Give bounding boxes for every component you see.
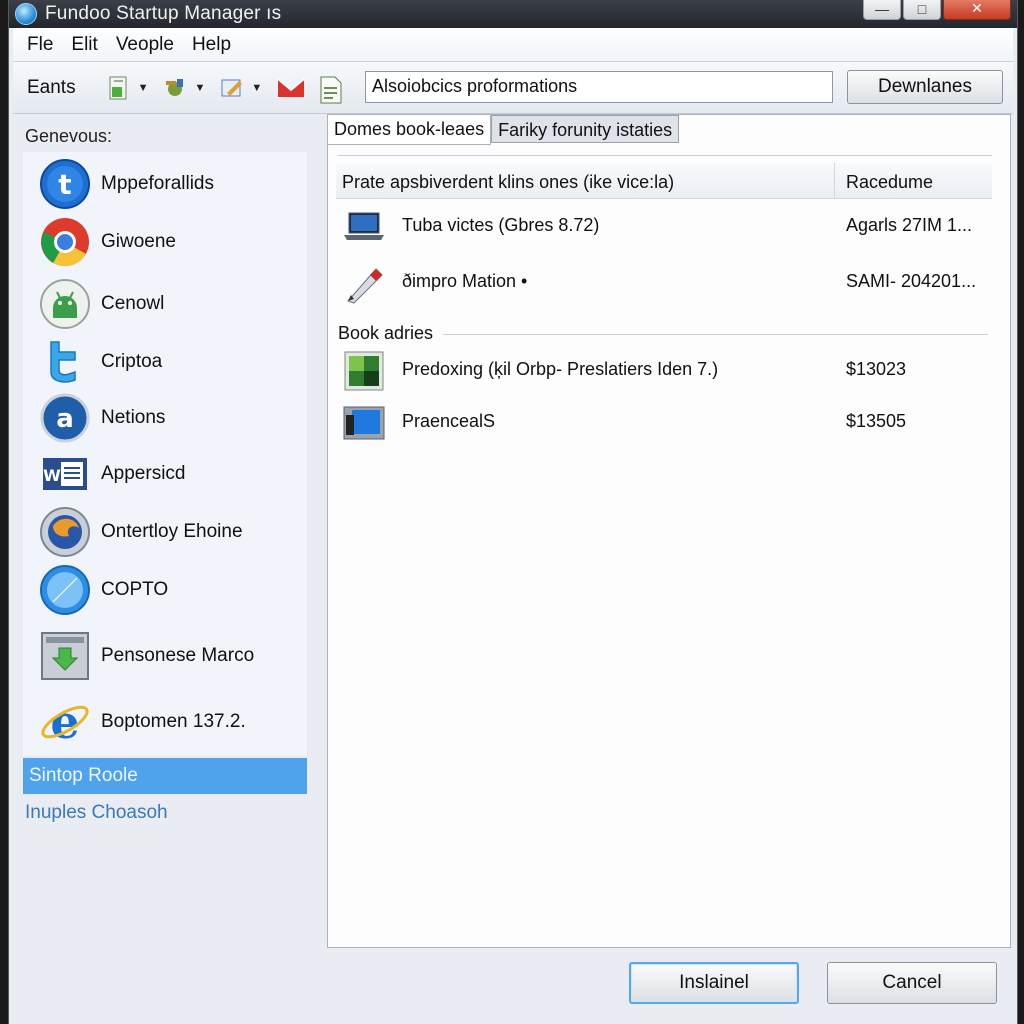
- monitor-icon: [342, 401, 386, 445]
- column-header-value[interactable]: Racedume: [846, 172, 933, 193]
- sidebar-item[interactable]: Ontertloy Ehoine: [23, 502, 307, 562]
- divider: [338, 155, 992, 156]
- search-input[interactable]: Alsoiobcics proformations: [365, 71, 833, 103]
- menu-edit[interactable]: Elit: [71, 32, 97, 58]
- word-icon: W: [39, 448, 91, 500]
- android-icon: [39, 278, 91, 330]
- sidebar-selected-item[interactable]: Sintop Roole: [23, 758, 307, 794]
- row-value: SAMI- 204201...: [846, 271, 977, 291]
- toolbar-label: Eants: [27, 76, 76, 98]
- sidebar-item-label: Mppeforallids: [101, 173, 214, 194]
- green-app-icon: [342, 349, 386, 393]
- row-value: $13023: [846, 359, 907, 379]
- group-title: Book adries: [338, 322, 434, 343]
- sidebar-list: t Mppeforallids Giwoene Cenowl Criptoa a…: [23, 152, 307, 756]
- chevron-down-icon[interactable]: ▼: [251, 82, 262, 94]
- row-name: PraencealS: [402, 411, 496, 431]
- svg-text:W: W: [43, 466, 61, 485]
- sidebar-item-label: Appersicd: [101, 463, 186, 484]
- sidebar-item[interactable]: t Mppeforallids: [23, 154, 307, 214]
- sidebar-item[interactable]: Cenowl: [23, 274, 307, 334]
- minimize-icon: —: [875, 0, 889, 17]
- sidebar-item-label: Boptomen 137.2.: [101, 711, 246, 732]
- cancel-button[interactable]: Cancel: [827, 962, 997, 1004]
- firefox-icon: [39, 506, 91, 558]
- column-divider[interactable]: [834, 163, 835, 199]
- download-arrow-icon: [39, 630, 91, 682]
- svg-text:t: t: [58, 168, 71, 201]
- group-header: Book adries: [338, 321, 988, 345]
- sidebar-item[interactable]: a Netions: [23, 388, 307, 448]
- divider: [443, 333, 988, 335]
- t-globe-icon: t: [39, 158, 91, 210]
- sidebar-item-label: Cenowl: [101, 293, 165, 314]
- sidebar-item[interactable]: Giwoene: [23, 212, 307, 272]
- window-title: Fundoo Startup Manager ıs: [45, 3, 282, 24]
- row-name: Predoxing (ķil Orbp- Preslatiers Iden 7.…: [402, 359, 719, 379]
- svg-text:a: a: [56, 404, 74, 434]
- title-bar[interactable]: Fundoo Startup Manager ıs — □ ✕: [9, 0, 1017, 28]
- menu-help[interactable]: Help: [192, 32, 231, 58]
- sidebar-item-label: Pensonese Marco: [101, 645, 255, 666]
- sidebar-item[interactable]: Criptoa: [23, 332, 307, 392]
- edit-icon[interactable]: [219, 75, 245, 101]
- mail-icon[interactable]: [276, 75, 305, 101]
- menu-people[interactable]: Veople: [116, 32, 174, 58]
- tab-strip: Domes book-leaes Fariky forunity istatie…: [328, 115, 680, 145]
- table-row[interactable]: Predoxing (ķil Orbp- Preslatiers Iden 7.…: [338, 345, 994, 395]
- sidebar-item[interactable]: e Boptomen 137.2.: [23, 692, 307, 752]
- sidebar-item-label: Criptoa: [101, 351, 163, 372]
- laptop-icon: [342, 205, 386, 249]
- sidebar-item-label: COPTO: [101, 579, 169, 600]
- install-button[interactable]: Inslainel: [629, 962, 799, 1004]
- app-globe-icon: [15, 3, 37, 25]
- row-value: $13505: [846, 411, 907, 431]
- download-button[interactable]: Dewnlanes: [847, 70, 1003, 104]
- toolbar: Eants ▼ ▼ ▼ Alsoiobcics proformations De…: [13, 62, 1013, 114]
- svg-text:e: e: [50, 696, 79, 748]
- sidebar-item-label: Netions: [101, 407, 166, 428]
- row-name: Tuba victes (Gbres 8.72): [402, 215, 600, 235]
- sidebar-item-label: Giwoene: [101, 231, 176, 252]
- sidebar: Genevous: t Mppeforallids Giwoene Cenowl: [21, 118, 311, 1024]
- minimize-button[interactable]: —: [863, 0, 901, 20]
- sidebar-item[interactable]: COPTO: [23, 560, 307, 620]
- maximize-button[interactable]: □: [903, 0, 941, 20]
- row-name: ðimpro Mation •: [402, 271, 528, 291]
- chrome-icon: [39, 216, 91, 268]
- main-panel: Domes book-leaes Fariky forunity istatie…: [327, 114, 1011, 948]
- pen-icon: [342, 261, 386, 305]
- table-row[interactable]: Tuba victes (Gbres 8.72) Agarls 27IM 1..…: [338, 201, 994, 251]
- chevron-down-icon[interactable]: ▼: [138, 82, 149, 94]
- sidebar-item[interactable]: Pensonese Marco: [23, 626, 307, 686]
- tools-icon[interactable]: [162, 75, 188, 101]
- a-circle-icon: a: [39, 392, 91, 444]
- column-header-name[interactable]: Prate apsbiverdent klins ones (ike vice:…: [342, 172, 674, 193]
- chevron-down-icon[interactable]: ▼: [194, 82, 205, 94]
- table-header: Prate apsbiverdent klins ones (ike vice:…: [336, 163, 992, 199]
- green-file-icon[interactable]: [106, 75, 132, 101]
- menu-file[interactable]: Fle: [27, 32, 53, 58]
- internet-explorer-icon: e: [39, 695, 91, 749]
- window-controls: — □ ✕: [863, 0, 1011, 20]
- tab-active[interactable]: Domes book-leaes: [328, 115, 492, 145]
- close-button[interactable]: ✕: [943, 0, 1011, 20]
- sidebar-item-label: Ontertloy Ehoine: [101, 521, 243, 542]
- close-icon: ✕: [971, 0, 983, 16]
- table-row[interactable]: PraencealS $13505: [338, 397, 994, 447]
- document-icon[interactable]: [318, 75, 344, 103]
- twitter-bird-icon: [39, 336, 91, 388]
- row-value: Agarls 27IM 1...: [846, 215, 973, 235]
- menu-bar: Fle Elit Veople Help: [13, 28, 1013, 62]
- sidebar-item[interactable]: W Appersicd: [23, 444, 307, 504]
- app-window: Fundoo Startup Manager ıs — □ ✕ Fle Elit…: [8, 0, 1018, 1024]
- tab-inactive[interactable]: Fariky forunity istaties: [491, 115, 680, 143]
- safari-icon: [39, 564, 91, 616]
- maximize-icon: □: [917, 0, 927, 17]
- sidebar-heading: Genevous:: [25, 126, 113, 146]
- sidebar-link[interactable]: Inuples Choasoh: [25, 802, 168, 824]
- table-row[interactable]: ðimpro Mation • SAMI- 204201...: [338, 257, 994, 307]
